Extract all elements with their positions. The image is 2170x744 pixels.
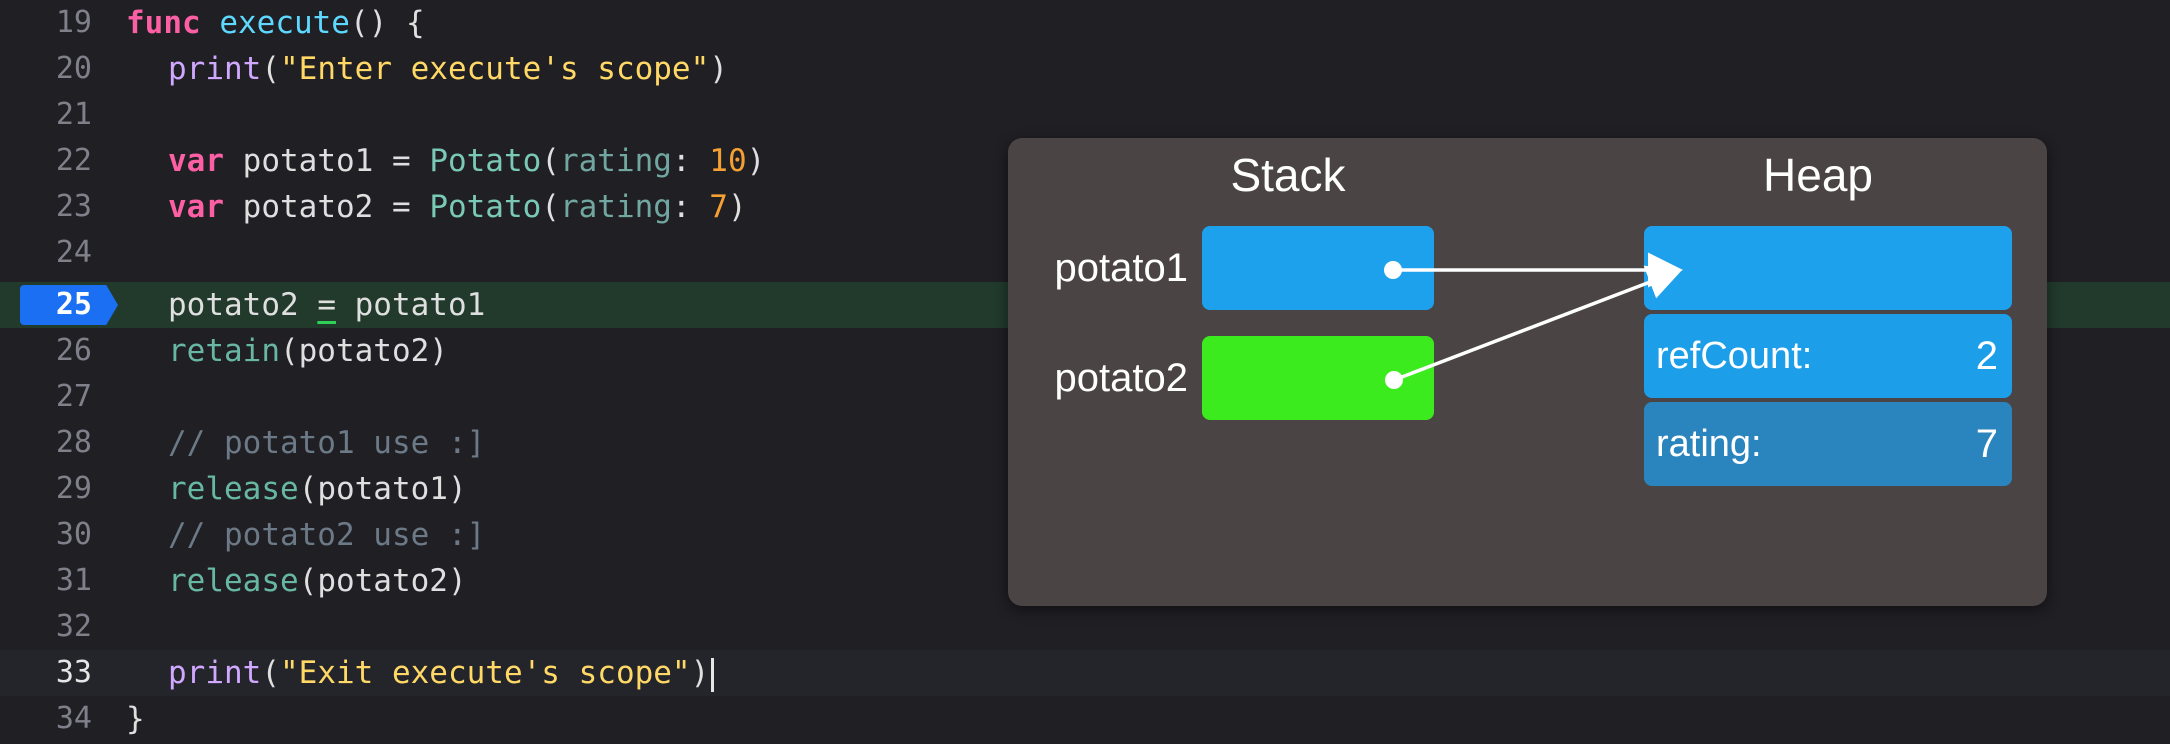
- builtin-token: print: [168, 51, 262, 87]
- code-text[interactable]: release(potato2): [168, 558, 467, 604]
- code-text[interactable]: var potato1 = Potato(rating: 10): [168, 138, 765, 184]
- string-token: "Enter execute's scope": [280, 51, 710, 87]
- line-number[interactable]: 30: [0, 512, 92, 558]
- code-text[interactable]: print("Enter execute's scope"): [168, 46, 728, 92]
- punctuation-token: :: [671, 143, 710, 179]
- line-number[interactable]: 22: [0, 138, 92, 184]
- code-text[interactable]: func execute() {: [126, 0, 425, 46]
- string-token: "Exit execute's scope": [280, 655, 691, 691]
- punctuation-token: (: [261, 655, 280, 691]
- code-line: 20 print("Enter execute's scope"): [0, 46, 2170, 92]
- potato2-stack-slot: [1202, 336, 1434, 420]
- text-cursor: [711, 657, 715, 692]
- argument-token: (potato1): [298, 471, 467, 507]
- punctuation-token: :: [671, 189, 710, 225]
- punctuation-token: (: [541, 189, 560, 225]
- punctuation-token: ): [746, 143, 766, 179]
- potato1-stack-slot: [1202, 226, 1434, 310]
- rating-field: rating: 7: [1644, 402, 2012, 486]
- punctuation-token: ): [709, 51, 728, 87]
- line-number[interactable]: 33: [0, 650, 92, 696]
- punctuation-token: ): [727, 189, 747, 225]
- code-text[interactable]: retain(potato2): [168, 328, 448, 374]
- line-number[interactable]: 21: [0, 92, 92, 138]
- potato2-label: potato2: [1054, 356, 1188, 400]
- identifier-token: potato1: [335, 287, 486, 323]
- rating-value: 7: [1975, 422, 1998, 466]
- function-call-token: release: [168, 563, 299, 599]
- keyword-token: var: [168, 143, 224, 179]
- refcount-label: refCount:: [1656, 335, 1813, 377]
- memory-diagram-panel: Stack Heap potato1 potato2 refCount: 2 r…: [1008, 138, 2047, 606]
- line-number[interactable]: 24: [0, 230, 92, 276]
- line-number[interactable]: 28: [0, 420, 92, 466]
- potato2-arrow: [1393, 265, 1683, 382]
- code-line: 21: [0, 92, 2170, 138]
- comment-token[interactable]: // potato1 use :]: [168, 420, 485, 466]
- code-line: 19 func execute() {: [0, 0, 2170, 46]
- line-number[interactable]: 25: [20, 282, 92, 328]
- param-token: rating: [559, 189, 672, 225]
- heap-title: Heap: [1763, 149, 1873, 201]
- identifier-token: potato2 =: [224, 189, 430, 225]
- function-name-token: execute: [219, 5, 350, 41]
- closing-brace-token[interactable]: }: [126, 696, 145, 742]
- builtin-token: print: [168, 655, 262, 691]
- refcount-field: refCount: 2: [1644, 314, 2012, 398]
- line-number[interactable]: 23: [0, 184, 92, 230]
- punctuation-token: () {: [349, 5, 425, 41]
- number-token: 10: [709, 143, 747, 179]
- refcount-value: 2: [1975, 334, 1998, 378]
- punctuation-token: ): [690, 655, 710, 691]
- code-text[interactable]: potato2 = potato1: [168, 282, 485, 328]
- current-line: 33 print("Exit execute's scope"): [0, 650, 2170, 696]
- keyword-token: func: [126, 5, 201, 41]
- punctuation-token: (: [541, 143, 560, 179]
- operator-token: =: [317, 287, 336, 323]
- argument-token: (potato2): [298, 563, 467, 599]
- code-line: 32: [0, 604, 2170, 650]
- function-call-token: release: [168, 471, 299, 507]
- function-call-token: retain: [168, 333, 280, 369]
- rating-label: rating:: [1656, 423, 1762, 465]
- potato1-label: potato1: [1054, 246, 1188, 290]
- keyword-token: var: [168, 189, 224, 225]
- number-token: 7: [709, 189, 728, 225]
- comment-token[interactable]: // potato2 use :]: [168, 512, 485, 558]
- line-number[interactable]: 26: [0, 328, 92, 374]
- line-number[interactable]: 20: [0, 46, 92, 92]
- param-token: rating: [559, 143, 672, 179]
- identifier-token: potato1 =: [224, 143, 430, 179]
- line-number[interactable]: 29: [0, 466, 92, 512]
- type-token: Potato: [429, 189, 542, 225]
- stack-title: Stack: [1230, 149, 1346, 201]
- identifier-token: potato2: [168, 287, 318, 323]
- heap-object-header: [1644, 226, 2012, 310]
- line-number[interactable]: 31: [0, 558, 92, 604]
- line-number[interactable]: 19: [0, 0, 92, 46]
- line-number[interactable]: 34: [0, 696, 92, 742]
- code-line: 34 }: [0, 696, 2170, 742]
- code-text[interactable]: print("Exit execute's scope"): [168, 650, 715, 696]
- type-token: Potato: [429, 143, 542, 179]
- line-number[interactable]: 32: [0, 604, 92, 650]
- argument-token: (potato2): [279, 333, 448, 369]
- code-text[interactable]: release(potato1): [168, 466, 467, 512]
- line-number[interactable]: 27: [0, 374, 92, 420]
- code-text[interactable]: var potato2 = Potato(rating: 7): [168, 184, 747, 230]
- punctuation-token: (: [261, 51, 280, 87]
